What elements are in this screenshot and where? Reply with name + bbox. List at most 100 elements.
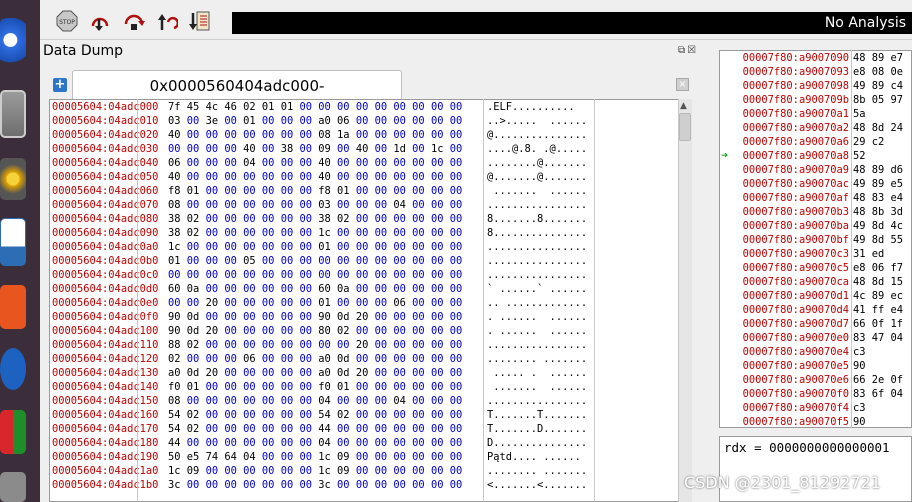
disassembly-bytes: 90 [853,360,866,372]
dump-row-hex: 3c 00 00 00 00 00 00 00 3c 00 00 00 00 0… [168,479,463,491]
dump-row-hex: 88 02 00 00 00 00 00 00 00 00 20 00 00 0… [168,339,463,351]
disassembly-bytes: 29 c2 [853,136,885,148]
dump-row-hex: 01 00 00 00 05 00 00 00 00 00 00 00 00 0… [168,255,463,267]
apps-icon[interactable] [0,410,26,454]
column-divider [851,50,852,428]
disassembly-bytes: 83 47 04 [853,332,904,344]
dump-row-hex: 06 00 00 00 04 00 00 00 40 00 00 00 00 0… [168,157,463,169]
disassembly-address: 00007f80:a90070ca [742,276,849,288]
disassembly-bytes: 8b 05 97 [853,94,904,106]
disassembly-bytes: 49 89 e5 [853,178,904,190]
dump-row-address: 00005604:04adc150 [52,395,159,407]
dump-row-ascii: ................ [487,395,588,407]
writer-icon[interactable] [0,218,26,266]
dump-row-ascii: ................ [487,199,588,211]
stop-button[interactable]: STOP [55,9,79,33]
dump-row-hex: 44 00 00 00 00 00 00 00 04 00 00 00 00 0… [168,437,463,449]
software-icon[interactable] [0,285,26,329]
dump-row-ascii: ........ ....... [487,353,588,365]
disassembly-bytes: 31 ed [853,248,885,260]
dump-row-hex: 54 02 00 00 00 00 00 00 54 02 00 00 00 0… [168,409,463,421]
watermark: CSDN @2301_81292721 [684,473,881,492]
disassembly-address: 00007f80:a90070c3 [742,248,849,260]
dump-row-address: 00005604:04adc0c0 [52,269,159,281]
disassembly-bytes: e8 08 0e [853,66,904,78]
step-over-button[interactable] [122,9,146,33]
dump-row-hex: a0 0d 20 00 00 00 00 00 a0 0d 20 00 00 0… [168,367,463,379]
disassembly-view[interactable]: 00007f80:a9007090 48 89 e7 00007f80:a90070… [719,50,912,428]
column-divider [594,99,595,502]
disassembly-address: 00007f80:a90070e4 [742,346,849,358]
dump-row-address: 00005604:04adc130 [52,367,159,379]
stop-icon: STOP [56,10,78,32]
disassembly-address: 00007f80:a9007090 [742,52,849,64]
dump-row-address: 00005604:04adc180 [52,437,159,449]
close-panel-icon[interactable]: ☒ [687,45,698,56]
dump-view[interactable]: 00005604:04adc000 7f 45 4c 46 02 01 01 00… [49,99,679,502]
float-icon[interactable]: ⧉ [678,45,687,56]
disassembly-address: 00007f80:a90070bf [742,234,849,246]
step-out-button[interactable] [155,9,179,33]
dump-row-address: 00005604:04adc0b0 [52,255,159,267]
scrollbar-thumb[interactable] [679,113,691,141]
add-tab-button[interactable]: + [53,78,67,92]
dump-row-hex: 50 e5 74 64 04 00 00 00 1c 09 00 00 00 0… [168,451,463,463]
help-icon[interactable] [0,348,26,390]
dump-row-address: 00005604:04adc170 [52,423,159,435]
dump-row-hex: f8 01 00 00 00 00 00 00 f8 01 00 00 00 0… [168,185,463,197]
dump-row-address: 00005604:04adc1b0 [52,479,159,491]
disassembly-bytes: 49 89 c4 [853,80,904,92]
register-view[interactable]: rdx = 0000000000000001 [719,436,912,502]
disassembly-bytes: 5a [853,108,866,120]
dump-row-ascii: ................ [487,255,588,267]
dump-row-ascii: T.......T....... [487,409,588,421]
step-out-icon [158,14,178,30]
dump-row-address: 00005604:04adc0e0 [52,297,159,309]
disassembly-address: 00007f80:a90070b3 [742,206,849,218]
dump-row-hex: 90 0d 00 00 00 00 00 00 90 0d 20 00 00 0… [168,311,463,323]
dump-row-ascii: ....... ...... [487,381,588,393]
register-value: rdx = 0000000000000001 [724,440,890,455]
dump-row-ascii: ` ......` ...... [487,283,588,295]
disassembly-address: 00007f80:a90070d1 [742,290,849,302]
dump-scrollbar[interactable] [678,99,692,502]
dump-row-address: 00005604:04adc030 [52,143,159,155]
dump-row-ascii: .ELF.......... [487,101,575,113]
dump-row-ascii: .. ............. [487,297,588,309]
close-tab-button[interactable]: × [676,78,689,91]
scroll-up-icon[interactable]: ▲ [680,101,687,111]
disassembly-bytes: 41 ff e4 [853,304,904,316]
dump-row-address: 00005604:04adc000 [52,101,159,113]
dump-row-address: 00005604:04adc0d0 [52,283,159,295]
disassembly-bytes: 48 89 d6 [853,164,904,176]
rhythmbox-icon[interactable] [0,158,26,200]
disassembly-address: 00007f80:a90070d7 [742,318,849,330]
dump-row-ascii: <.......<....... [487,479,588,491]
dump-row-ascii: @............... [487,129,588,141]
dump-row-ascii: ................ [487,339,588,351]
current-instruction-arrow-icon: ➔ [721,148,729,162]
dump-row-address: 00005604:04adc140 [52,381,159,393]
disassembly-bytes: 66 0f 1f [853,318,904,330]
files-icon[interactable] [0,90,26,138]
dump-row-address: 00005604:04adc110 [52,339,159,351]
disassembly-bytes: 66 2e 0f [853,374,904,386]
dock-buttons: ⧉☒ [678,45,698,56]
settings-icon[interactable] [0,472,26,502]
dump-row-ascii: 8.......8....... [487,213,588,225]
disassembly-address: 00007f80:a90070af [742,192,849,204]
firefox-icon[interactable] [0,18,26,73]
dump-row-address: 00005604:04adc070 [52,199,159,211]
dump-row-ascii: . ...... ...... [487,325,588,337]
dump-row-hex: 08 00 00 00 00 00 00 00 03 00 00 00 04 0… [168,199,463,211]
dump-row-address: 00005604:04adc160 [52,409,159,421]
dump-row-ascii: ....@.8. .@..... [487,143,588,155]
tab-dump-region[interactable]: 0x0000560404adc000-0x0000560404add000 [72,70,402,125]
dump-row-address: 00005604:04adc010 [52,115,159,127]
run-to-return-button[interactable] [188,9,212,33]
dump-row-hex: 02 00 00 00 06 00 00 00 a0 0d 00 00 00 0… [168,353,463,365]
disassembly-bytes: 49 8d 55 [853,234,904,246]
step-into-button[interactable] [88,9,112,33]
step-over-icon [124,14,145,30]
disassembly-address: 00007f80:a90070e5 [742,360,849,372]
